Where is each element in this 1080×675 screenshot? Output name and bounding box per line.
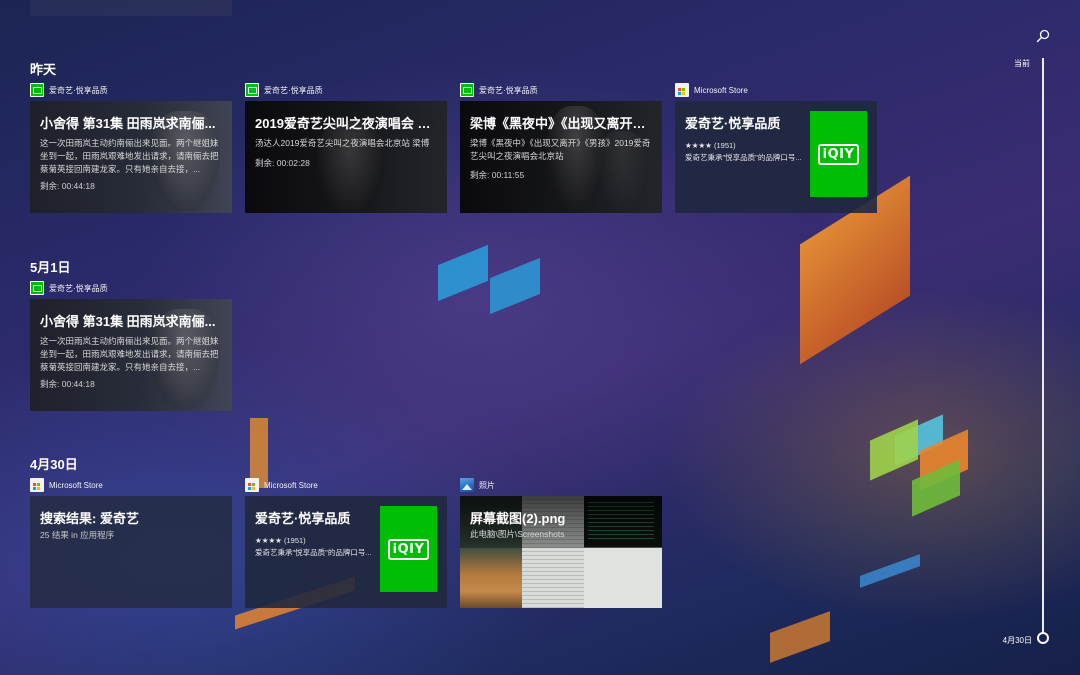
iqiyi-logo-icon: iQIY bbox=[387, 538, 430, 560]
app-tile: iQIY bbox=[810, 111, 867, 197]
card-source: Microsoft Store bbox=[675, 83, 748, 97]
card-source-label: 爱奇艺·悦享品质 bbox=[49, 85, 108, 95]
video-thumbnail-image bbox=[315, 121, 385, 213]
microsoft-store-icon bbox=[675, 83, 689, 97]
activity-card[interactable]: 照片 屏幕截图(2).png 此电脑\图片\Screenshots bbox=[460, 478, 662, 608]
microsoft-store-icon bbox=[245, 478, 259, 492]
card-source-label: Microsoft Store bbox=[49, 480, 103, 490]
card-title: 小舍得 第31集 田雨岚求南俪... bbox=[40, 116, 216, 131]
card-source: Microsoft Store bbox=[245, 478, 318, 492]
card-source-label: Microsoft Store bbox=[694, 85, 748, 95]
activity-card[interactable]: Microsoft Store 搜索结果: 爱奇艺 25 结果 in 应用程序 bbox=[30, 478, 232, 608]
card-source-label: 照片 bbox=[479, 480, 495, 490]
card-thumbnail[interactable]: 小舍得 第31集 田雨岚求南俪... 这一次田雨岚主动约南俪出来见面。两个继姐妹… bbox=[30, 101, 232, 213]
card-title: 爱奇艺·悦享品质 bbox=[255, 511, 351, 526]
card-description: 爱奇艺秉承"悦享品质"的品牌口号... bbox=[255, 548, 372, 557]
card-thumbnail[interactable]: 梁博《黑夜中》《出现又离开》... 梁博《黑夜中》《出现又离开》《男孩》2019… bbox=[460, 101, 662, 213]
activity-card[interactable]: 爱奇艺·悦享品质 小舍得 第31集 田雨岚求南俪... 这一次田雨岚主动约南俪出… bbox=[30, 83, 232, 213]
card-thumbnail[interactable]: 爱奇艺·悦享品质 ★★★★ (1951) 爱奇艺秉承"悦享品质"的品牌口号...… bbox=[245, 496, 447, 608]
card-source: 爱奇艺·悦享品质 bbox=[30, 281, 108, 295]
card-source-label: Microsoft Store bbox=[264, 480, 318, 490]
app-rating: ★★★★ (1951) bbox=[255, 536, 306, 545]
background-block bbox=[770, 611, 830, 663]
card-description: 这一次田雨岚主动约南俪出来见面。两个继姐妹坐到一起，田雨岚艰难地发出请求，请南俪… bbox=[40, 336, 219, 372]
card-source: Microsoft Store bbox=[30, 478, 103, 492]
card-source: 爱奇艺·悦享品质 bbox=[30, 83, 108, 97]
file-path: 此电脑\图片\Screenshots bbox=[470, 529, 565, 539]
card-thumbnail[interactable]: 2019爱奇艺尖叫之夜演唱会 梁... 汤达人2019爱奇艺尖叫之夜演唱会北京站… bbox=[245, 101, 447, 213]
background-block bbox=[438, 244, 488, 302]
activity-card[interactable]: 爱奇艺·悦享品质 小舍得 第31集 田雨岚求南俪... 这一次田雨岚主动约南俪出… bbox=[30, 281, 232, 411]
card-description: 这一次田雨岚主动约南俪出来见面。两个继姐妹坐到一起，田雨岚艰难地发出请求，请南俪… bbox=[40, 138, 219, 174]
card-remaining-time: 剩余: 00:02:28 bbox=[255, 158, 310, 168]
app-tile: iQIY bbox=[380, 506, 437, 592]
card-thumbnail[interactable]: 爱奇艺·悦享品质 ★★★★ (1951) 爱奇艺秉承"悦享品质"的品牌口号...… bbox=[675, 101, 877, 213]
background-block bbox=[490, 257, 540, 315]
search-result-count: 25 结果 in 应用程序 bbox=[40, 530, 115, 540]
card-source-label: 爱奇艺·悦享品质 bbox=[264, 85, 323, 95]
iqiyi-app-icon bbox=[245, 83, 259, 97]
background-block bbox=[870, 419, 918, 481]
card-source: 爱奇艺·悦享品质 bbox=[245, 83, 323, 97]
iqiyi-logo-icon: iQIY bbox=[817, 143, 860, 165]
card-title: 2019爱奇艺尖叫之夜演唱会 梁... bbox=[255, 116, 441, 131]
card-description: 梁博《黑夜中》《出现又离开》《男孩》2019爱奇艺尖叫之夜演唱会北京站 bbox=[470, 138, 651, 161]
iqiyi-app-icon bbox=[30, 281, 44, 295]
timeline-scrollbar[interactable] bbox=[1042, 58, 1044, 632]
photos-app-icon bbox=[460, 478, 474, 492]
section-title-may1: 5月1日 bbox=[30, 260, 71, 275]
activity-card[interactable]: Microsoft Store 爱奇艺·悦享品质 ★★★★ (1951) 爱奇艺… bbox=[245, 478, 447, 608]
card-title: 小舍得 第31集 田雨岚求南俪... bbox=[40, 314, 216, 329]
card-description: 爱奇艺秉承"悦享品质"的品牌口号... bbox=[685, 153, 802, 162]
card-title: 爱奇艺·悦享品质 bbox=[685, 116, 781, 131]
card-thumbnail[interactable]: 屏幕截图(2).png 此电脑\图片\Screenshots bbox=[460, 496, 662, 608]
card-title: 屏幕截图(2).png bbox=[470, 511, 566, 526]
card-title: 搜索结果: 爱奇艺 bbox=[40, 511, 139, 526]
timeline-now-label[interactable]: 当前 bbox=[1014, 58, 1030, 69]
card-description: 汤达人2019爱奇艺尖叫之夜演唱会北京站 梁博 bbox=[255, 138, 430, 148]
card-remaining-time: 剩余: 00:44:18 bbox=[40, 181, 95, 191]
activity-card[interactable]: 爱奇艺·悦享品质 梁博《黑夜中》《出现又离开》... 梁博《黑夜中》《出现又离开… bbox=[460, 83, 662, 213]
card-source: 爱奇艺·悦享品质 bbox=[460, 83, 538, 97]
card-remaining-time: 剩余: 00:11:55 bbox=[470, 170, 525, 180]
activity-card[interactable]: Microsoft Store 爱奇艺·悦享品质 ★★★★ (1951) 爱奇艺… bbox=[675, 83, 877, 213]
section-title-yesterday: 昨天 bbox=[30, 62, 57, 77]
microsoft-store-icon bbox=[30, 478, 44, 492]
card-source-label: 爱奇艺·悦享品质 bbox=[49, 283, 108, 293]
iqiyi-app-icon bbox=[30, 83, 44, 97]
previous-activity-card-edge[interactable] bbox=[30, 0, 232, 16]
card-source-label: 爱奇艺·悦享品质 bbox=[479, 85, 538, 95]
timeline-thumb[interactable] bbox=[1037, 632, 1049, 644]
card-source: 照片 bbox=[460, 478, 495, 492]
card-remaining-time: 剩余: 00:44:18 bbox=[40, 379, 95, 389]
iqiyi-app-icon bbox=[460, 83, 474, 97]
card-thumbnail[interactable]: 小舍得 第31集 田雨岚求南俪... 这一次田雨岚主动约南俪出来见面。两个继姐妹… bbox=[30, 299, 232, 411]
activity-card[interactable]: 爱奇艺·悦享品质 2019爱奇艺尖叫之夜演唱会 梁... 汤达人2019爱奇艺尖… bbox=[245, 83, 447, 213]
section-title-apr30: 4月30日 bbox=[30, 457, 78, 472]
app-rating: ★★★★ (1951) bbox=[685, 141, 736, 150]
timeline-date-label[interactable]: 4月30日 bbox=[1003, 635, 1032, 646]
card-thumbnail[interactable]: 搜索结果: 爱奇艺 25 结果 in 应用程序 bbox=[30, 496, 232, 608]
background-block bbox=[860, 554, 920, 588]
search-icon[interactable] bbox=[1036, 29, 1050, 43]
card-title: 梁博《黑夜中》《出现又离开》... bbox=[470, 116, 656, 131]
